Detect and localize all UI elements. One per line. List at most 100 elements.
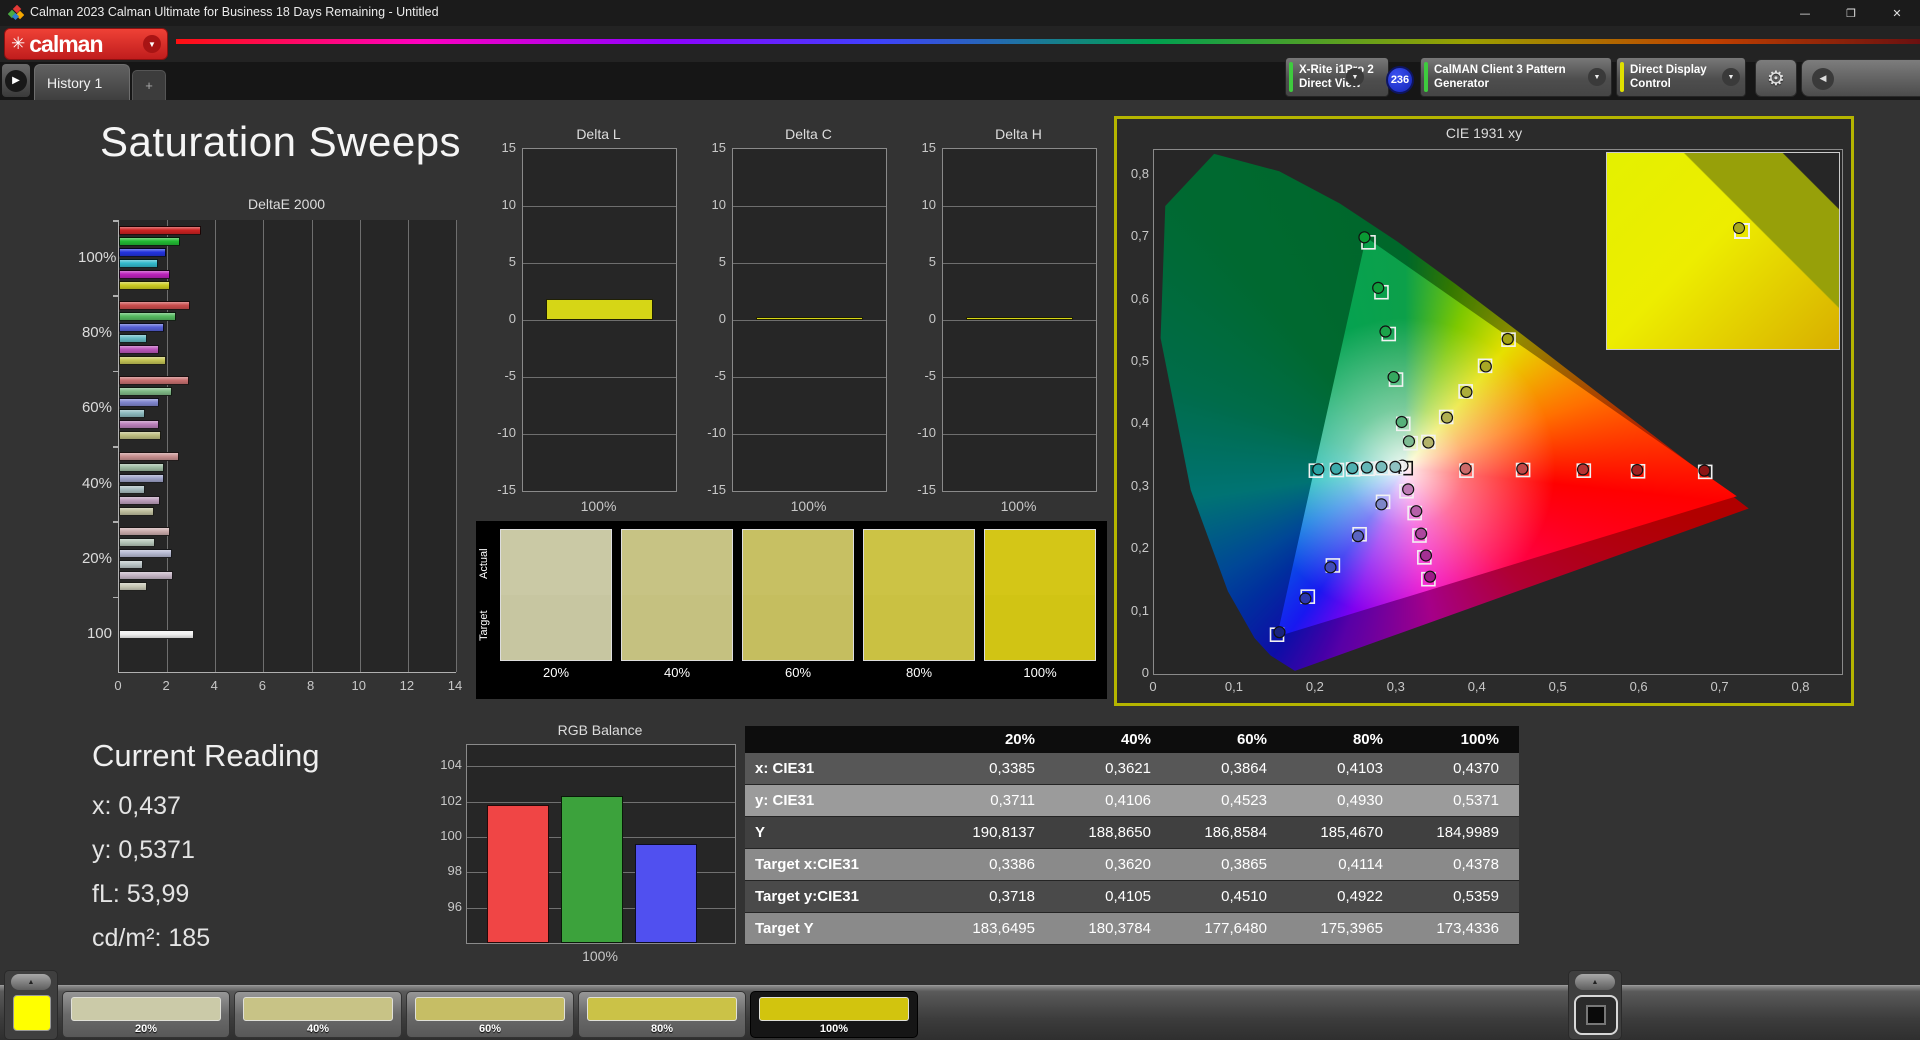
swatch-40% [621, 529, 733, 661]
expand-patterns-button[interactable]: ▲ [11, 974, 51, 990]
table-cell: 0,4114 [1283, 856, 1399, 873]
collapse-panel-button[interactable]: ◀ [1801, 59, 1920, 97]
table-cell: 0,3385 [935, 760, 1051, 777]
rgb-balance-plot-area [466, 744, 736, 944]
swatch-label-20%: 20% [500, 665, 612, 680]
y-tick--10: -10 [694, 425, 726, 440]
delta-c-chart: Delta C 151050-5-10-15100% [694, 126, 890, 526]
pattern-button-60%[interactable]: 60% [406, 991, 574, 1038]
axis-tick [113, 295, 118, 297]
swatch-column-80%[interactable]: 80% [863, 529, 975, 680]
display-control-button[interactable]: Direct Display Control ▼ [1616, 57, 1746, 97]
meter-status-stripe [1289, 62, 1293, 92]
bar-group-60% [119, 371, 456, 446]
cie-x-tick-0: 0 [1138, 679, 1168, 694]
swatch-column-20%[interactable]: 20% [500, 529, 612, 680]
table-cell: 183,6495 [935, 920, 1051, 937]
deltae-bar [119, 527, 170, 536]
deltae-bar [119, 560, 143, 569]
meter-count-badge[interactable]: 236 [1386, 66, 1414, 94]
cie-x-tick-0,2: 0,2 [1300, 679, 1330, 694]
tab-history-1[interactable]: History 1 [34, 64, 130, 100]
maximize-icon[interactable]: ❐ [1828, 0, 1874, 26]
target-swatch-80% [864, 595, 974, 660]
group-label-100: 100 [78, 625, 112, 642]
x-tick-2: 2 [156, 678, 176, 693]
swatch-column-60%[interactable]: 60% [742, 529, 854, 680]
y-tick-10: 10 [904, 197, 936, 212]
chevron-up-button[interactable]: ▲ [1575, 974, 1615, 990]
cie-x-tick-0,7: 0,7 [1705, 679, 1735, 694]
magenta-sweep-measured [1425, 571, 1436, 582]
calman-menu-button[interactable]: ✳ calman ▼ [4, 28, 168, 60]
table-row-target-y: Target Y183,6495180,3784177,6480175,3965… [745, 913, 1519, 945]
settings-button[interactable]: ⚙ [1755, 59, 1797, 97]
y-tick-5: 5 [484, 254, 516, 269]
meter-device-button[interactable]: X-Rite i1Pro 2 Direct View ▼ [1285, 57, 1389, 97]
pattern-button-100%[interactable]: 100% [750, 991, 918, 1038]
y-tick-104: 104 [428, 757, 462, 772]
red-sweep-measured [1577, 464, 1588, 475]
chevron-down-icon[interactable]: ▼ [1722, 68, 1740, 86]
add-tab-button[interactable]: + [132, 70, 166, 100]
table-cell: 173,4336 [1399, 920, 1515, 937]
y-tick-10: 10 [694, 197, 726, 212]
x-tick-0: 0 [108, 678, 128, 693]
blue-sweep-measured [1352, 531, 1363, 542]
target-swatch-60% [743, 595, 853, 660]
x-tick-8: 8 [301, 678, 321, 693]
cyan-sweep-measured [1331, 463, 1342, 474]
table-cell: 0,5359 [1399, 888, 1515, 905]
pattern-window-button[interactable] [1574, 995, 1618, 1035]
pattern-button-20%[interactable]: 20% [62, 991, 230, 1038]
deltae-bar [119, 270, 170, 279]
y-tick-0: 0 [694, 311, 726, 326]
bar-group-100 [119, 597, 456, 672]
current-pattern-panel: ▲ [4, 970, 58, 1040]
deltae-bar [119, 431, 161, 440]
chevron-down-icon[interactable]: ▼ [1346, 68, 1364, 86]
swatch-column-40%[interactable]: 40% [621, 529, 733, 680]
blue-sweep-measured [1300, 593, 1311, 604]
y-tick--15: -15 [694, 482, 726, 497]
deltae-bar [119, 452, 179, 461]
axis-tick [113, 521, 118, 523]
green-sweep-measured [1380, 326, 1391, 337]
pattern-button-80%[interactable]: 80% [578, 991, 746, 1038]
actual-swatch-100% [985, 530, 1095, 595]
gear-icon: ⚙ [1767, 66, 1785, 90]
cie-y-tick-0,8: 0,8 [1121, 166, 1149, 181]
chevron-up-icon: ▲ [1592, 979, 1599, 986]
x-tick-6: 6 [252, 678, 272, 693]
cie-x-tick-0,8: 0,8 [1786, 679, 1816, 694]
minimize-icon[interactable]: — [1782, 0, 1828, 26]
deltae-bar [119, 301, 190, 310]
table-cell: 0,4930 [1283, 792, 1399, 809]
calman-app-window: Calman 2023 Calman Ultimate for Business… [0, 0, 1920, 1040]
swatch-column-100%[interactable]: 100% [984, 529, 1096, 680]
gridline-y-5 [943, 263, 1096, 264]
window-title: Calman 2023 Calman Ultimate for Business… [30, 5, 439, 19]
swatch-20% [500, 529, 612, 661]
close-icon[interactable]: ✕ [1874, 0, 1920, 26]
y-tick-100: 100 [428, 828, 462, 843]
y-tick--5: -5 [904, 368, 936, 383]
window-titlebar: Calman 2023 Calman Ultimate for Business… [0, 0, 1920, 26]
pattern-button-40%[interactable]: 40% [234, 991, 402, 1038]
chevron-down-icon[interactable]: ▼ [1588, 68, 1606, 86]
pattern-source-button[interactable]: CalMAN Client 3 Pattern Generator ▼ [1420, 57, 1612, 97]
pattern-label-20%: 20% [63, 1023, 229, 1035]
cie-1931-panel: CIE 1931 xy 00,10,20,30,40,50,60,70,800,… [1114, 116, 1854, 706]
chevron-down-icon: ▼ [143, 35, 161, 53]
inset-measured-circle [1733, 222, 1745, 234]
calman-logo-icon: ✳ [11, 34, 25, 54]
current-reading-cdm2: cd/m²: 185 [92, 924, 210, 953]
current-pattern-swatch[interactable] [13, 995, 51, 1031]
actual-swatch-40% [622, 530, 732, 595]
x-tick-10: 10 [349, 678, 369, 693]
tab-scroll-button[interactable]: ▶ [2, 64, 30, 97]
pattern-swatch-20% [71, 997, 221, 1021]
pattern-swatch-80% [587, 997, 737, 1021]
cie-y-tick-0,4: 0,4 [1121, 415, 1149, 430]
delta-h-chart-title: Delta H [942, 126, 1095, 142]
